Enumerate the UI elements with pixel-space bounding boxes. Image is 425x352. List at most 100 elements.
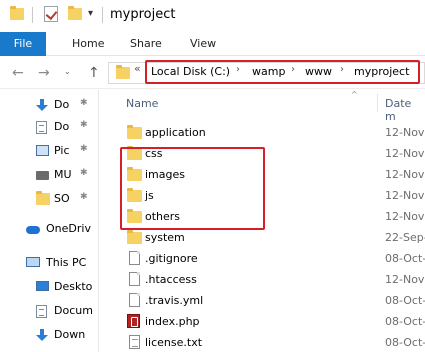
file-date: 12-Nov xyxy=(385,273,425,286)
nav-item-label: Do xyxy=(54,120,70,133)
nav-item-downloads-pc[interactable]: Down xyxy=(0,324,100,346)
folder-icon xyxy=(36,191,50,208)
nav-item-so[interactable]: SO ✱ xyxy=(0,188,100,210)
file-date: 08-Oct- xyxy=(385,252,425,265)
breadcrumb-separator-icon[interactable]: › xyxy=(291,64,295,75)
nav-item-documents[interactable]: Do ✱ xyxy=(0,116,100,138)
download-icon xyxy=(36,329,48,341)
onedrive-icon xyxy=(26,223,40,234)
nav-item-music[interactable]: MU ✱ xyxy=(0,164,100,186)
nav-item-label: Do xyxy=(54,98,70,111)
folder-group-highlight-box xyxy=(120,147,265,230)
file-name: license.txt xyxy=(145,336,203,349)
nav-item-label: Docum xyxy=(54,304,93,317)
toolbar-divider xyxy=(102,7,103,23)
nav-item-label: MU xyxy=(54,168,72,181)
file-row-license-txt[interactable]: license.txt 08-Oct- xyxy=(105,332,425,352)
file-date: 12-Nov xyxy=(385,210,425,223)
navigation-pane: Do ✱ Do ✱ Pic ✱ MU ✱ SO ✱ OneDriv This P… xyxy=(0,90,100,352)
nav-pane-divider[interactable] xyxy=(98,90,99,352)
this-pc-icon xyxy=(26,257,40,267)
file-name: system xyxy=(145,231,185,244)
file-icon xyxy=(129,251,140,265)
breadcrumb-separator-icon[interactable]: › xyxy=(236,64,240,75)
file-row-gitignore[interactable]: .gitignore 08-Oct- xyxy=(105,248,425,269)
pin-icon[interactable]: ✱ xyxy=(80,144,88,154)
address-folder-icon xyxy=(116,65,130,82)
file-name: application xyxy=(145,126,206,139)
breadcrumb-overflow-icon[interactable]: « xyxy=(134,62,141,75)
back-arrow-icon[interactable]: ← xyxy=(12,65,24,81)
column-header-name[interactable]: Name xyxy=(126,97,158,110)
file-icon xyxy=(129,272,140,286)
file-icon xyxy=(129,293,140,307)
file-date: 12-Nov xyxy=(385,189,425,202)
file-date: 12-Nov xyxy=(385,168,425,181)
file-row-htaccess[interactable]: .htaccess 12-Nov xyxy=(105,269,425,290)
pictures-icon xyxy=(36,145,49,156)
nav-item-pictures[interactable]: Pic ✱ xyxy=(0,140,100,162)
pin-icon[interactable]: ✱ xyxy=(80,120,88,130)
download-icon xyxy=(36,99,48,111)
tab-view[interactable]: View xyxy=(190,32,216,56)
quick-access-dropdown-icon[interactable]: ▾ xyxy=(88,8,93,19)
breadcrumb-local-disk[interactable]: Local Disk (C:) xyxy=(151,65,230,78)
nav-item-label: Pic xyxy=(54,144,70,157)
music-icon xyxy=(36,169,49,180)
file-name: .gitignore xyxy=(145,252,198,265)
file-name: .travis.yml xyxy=(145,294,204,307)
ribbon-tabs: File Home Share View xyxy=(0,32,425,56)
new-folder-icon[interactable] xyxy=(68,6,82,23)
nav-item-label: Down xyxy=(54,328,86,341)
file-date: 22-Sep- xyxy=(385,231,425,244)
title-bar: ▾ myproject xyxy=(0,0,425,32)
pin-icon[interactable]: ✱ xyxy=(80,192,88,202)
nav-item-downloads[interactable]: Do ✱ xyxy=(0,94,100,116)
nav-item-label: SO xyxy=(54,192,70,205)
tab-home[interactable]: Home xyxy=(72,32,104,56)
column-divider[interactable] xyxy=(377,94,378,112)
desktop-icon xyxy=(36,281,49,291)
document-icon xyxy=(36,305,47,318)
tab-share[interactable]: Share xyxy=(130,32,162,56)
forward-arrow-icon[interactable]: → xyxy=(38,65,50,81)
nav-item-label: Deskto xyxy=(54,280,93,293)
recent-locations-chevron-icon[interactable]: ⌄ xyxy=(64,67,71,76)
folder-icon xyxy=(127,230,142,247)
document-icon xyxy=(36,121,47,134)
breadcrumb-wamp[interactable]: wamp xyxy=(252,65,285,78)
nav-item-label: OneDriv xyxy=(46,222,91,235)
file-date: 08-Oct- xyxy=(385,336,425,349)
nav-item-onedrive[interactable]: OneDriv xyxy=(0,218,100,240)
nav-item-this-pc[interactable]: This PC xyxy=(0,252,100,274)
tab-file[interactable]: File xyxy=(0,32,46,56)
up-arrow-icon[interactable]: ↑ xyxy=(88,65,100,81)
php-file-icon xyxy=(127,314,140,328)
nav-item-desktop[interactable]: Deskto xyxy=(0,276,100,298)
file-row-index-php[interactable]: index.php 08-Oct- xyxy=(105,311,425,332)
file-date: 12-Nov xyxy=(385,147,425,160)
file-name: index.php xyxy=(145,315,200,328)
breadcrumb-www[interactable]: www xyxy=(305,65,332,78)
file-date: 12-Nov xyxy=(385,126,425,139)
breadcrumb-myproject[interactable]: myproject xyxy=(354,65,409,78)
nav-item-documents-pc[interactable]: Docum xyxy=(0,300,100,322)
file-row-travis-yml[interactable]: .travis.yml 08-Oct- xyxy=(105,290,425,311)
file-date: 08-Oct- xyxy=(385,315,425,328)
toolbar-divider xyxy=(32,7,33,23)
pin-icon[interactable]: ✱ xyxy=(80,98,88,108)
nav-item-label: This PC xyxy=(46,256,87,269)
file-name: .htaccess xyxy=(145,273,197,286)
pin-icon[interactable]: ✱ xyxy=(80,168,88,178)
text-file-icon xyxy=(129,335,140,349)
folder-icon xyxy=(127,125,142,142)
file-date: 08-Oct- xyxy=(385,294,425,307)
file-row-application[interactable]: application 12-Nov xyxy=(105,122,425,143)
window-title: myproject xyxy=(110,7,176,22)
sort-ascending-icon: ^ xyxy=(351,90,358,99)
file-row-system[interactable]: system 22-Sep- xyxy=(105,227,425,248)
breadcrumb-separator-icon[interactable]: › xyxy=(340,64,344,75)
folder-icon xyxy=(10,6,24,23)
properties-check-icon[interactable] xyxy=(44,6,58,22)
column-header-date-modified[interactable]: Date m xyxy=(385,97,425,123)
